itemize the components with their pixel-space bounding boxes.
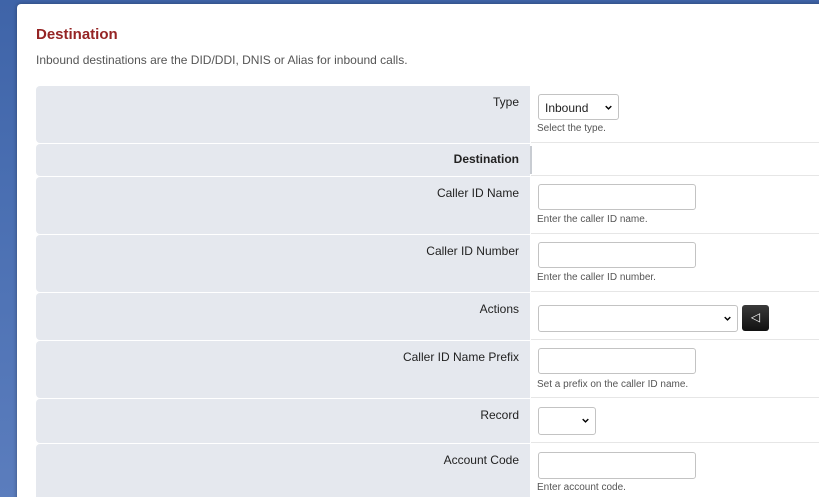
record-label: Record [480,408,519,422]
destination-panel: Destination Inbound destinations are the… [17,4,819,497]
type-row: Type Inbound Select the type. [36,86,819,143]
type-label-cell: Type [36,86,530,143]
back-arrow-icon: ◁ [750,310,761,324]
account-code-hint: Enter account code. [537,482,626,493]
record-label-cell: Record [36,399,530,443]
caller-id-name-prefix-label: Caller ID Name Prefix [402,350,519,364]
account-code-label-cell: Account Code [36,444,530,497]
caller-id-name-field-cell: Enter the caller ID name. [531,177,819,234]
caller-id-number-label: Caller ID Number [426,244,519,258]
actions-field-cell: ◁ [531,293,819,340]
caller-id-name-input[interactable] [538,184,696,210]
type-field-cell: Inbound Select the type. [531,86,819,143]
chevron-down-icon [582,418,589,423]
chevron-down-icon [724,316,731,321]
actions-back-button[interactable]: ◁ [742,305,769,331]
record-row: Record [36,399,819,443]
caller-id-name-hint: Enter the caller ID name. [537,214,648,225]
caller-id-number-label-cell: Caller ID Number [36,235,530,292]
type-label: Type [492,95,519,109]
caller-id-name-row: Caller ID Name Enter the caller ID name. [36,177,819,234]
caller-id-number-input[interactable] [538,242,696,268]
actions-row: Actions ◁ [36,293,819,340]
caller-id-name-prefix-input[interactable] [538,348,696,374]
chevron-down-icon [605,105,612,110]
destination-section-label-cell: Destination [36,144,530,176]
type-hint: Select the type. [537,123,606,134]
account-code-row: Account Code Enter account code. [36,444,819,497]
account-code-input[interactable] [538,452,696,479]
caller-id-number-hint: Enter the caller ID number. [537,272,656,283]
caller-id-number-field-cell: Enter the caller ID number. [531,235,819,292]
caller-id-name-prefix-hint: Set a prefix on the caller ID name. [537,379,689,390]
account-code-field-cell: Enter account code. [531,444,819,497]
caller-id-name-prefix-field-cell: Set a prefix on the caller ID name. [531,341,819,398]
type-select[interactable]: Inbound [538,94,619,120]
actions-label: Actions [479,302,519,316]
actions-label-cell: Actions [36,293,530,340]
caller-id-name-prefix-row: Caller ID Name Prefix Set a prefix on th… [36,341,819,398]
page-description: Inbound destinations are the DID/DDI, DN… [36,53,408,67]
actions-select[interactable] [538,305,738,332]
page-title: Destination [36,26,118,43]
record-select[interactable] [538,407,596,435]
destination-section-row: Destination [36,144,819,176]
record-field-cell [531,399,819,443]
destination-section-heading: Destination [453,152,519,166]
caller-id-name-prefix-label-cell: Caller ID Name Prefix [36,341,530,398]
caller-id-name-label: Caller ID Name [436,186,519,200]
destination-section-field-cell [531,144,819,176]
type-select-value: Inbound [545,101,589,115]
caller-id-name-label-cell: Caller ID Name [36,177,530,234]
account-code-label: Account Code [443,453,519,467]
caller-id-number-row: Caller ID Number Enter the caller ID num… [36,235,819,292]
